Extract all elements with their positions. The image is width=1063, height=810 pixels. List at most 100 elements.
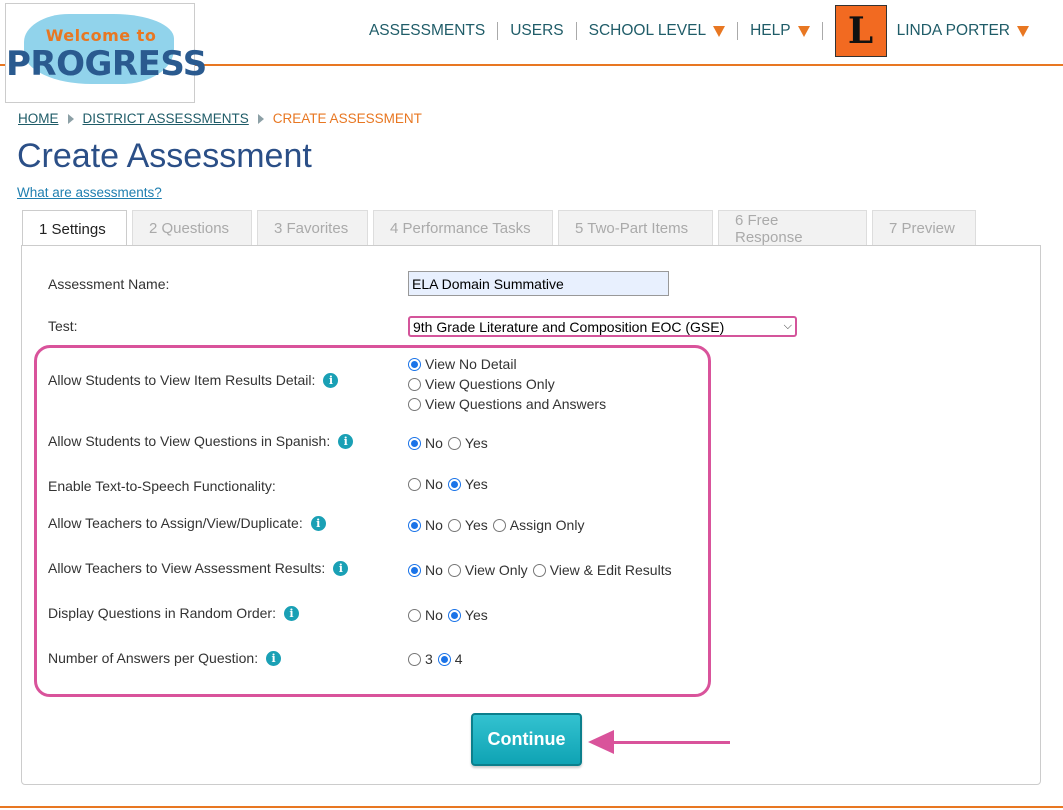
answers-3[interactable]: 3	[408, 651, 433, 667]
nav-help[interactable]: HELP	[738, 22, 823, 40]
teachers-results-view-only[interactable]: View Only	[447, 562, 528, 578]
teachers-assign-yes[interactable]: Yes	[447, 517, 488, 533]
breadcrumb-current: CREATE ASSESSMENT	[272, 111, 422, 126]
nav-school-level-label: SCHOOL LEVEL	[588, 22, 707, 39]
what-are-assessments-link[interactable]: What are assessments?	[17, 185, 162, 200]
radio[interactable]	[408, 397, 421, 411]
teachers-assign-no[interactable]: No	[408, 517, 443, 533]
breadcrumb: HOME DISTRICT ASSESSMENTS CREATE ASSESSM…	[18, 111, 422, 126]
avatar: L	[834, 5, 887, 57]
teachers-results-view-edit[interactable]: View & Edit Results	[532, 562, 672, 578]
option-label: Yes	[464, 517, 488, 533]
arrow-line	[610, 741, 730, 744]
option-label: Yes	[464, 607, 488, 623]
tab-favorites[interactable]: 3 Favorites	[257, 210, 368, 246]
tts-no[interactable]: No	[408, 476, 443, 492]
answers-4[interactable]: 4	[437, 651, 463, 667]
option-label: 3	[425, 651, 433, 667]
item-results-view-questions-only[interactable]: View Questions Only	[408, 374, 555, 394]
radio[interactable]	[447, 436, 461, 450]
radio-selected[interactable]	[408, 436, 421, 450]
teachers-assign-label-text: Allow Teachers to Assign/View/Duplicate:	[48, 515, 303, 531]
info-icon[interactable]: i	[323, 372, 339, 388]
info-icon[interactable]: i	[266, 650, 282, 666]
option-label: Yes	[464, 476, 488, 492]
radio[interactable]	[492, 518, 506, 532]
continue-button[interactable]: Continue	[471, 713, 582, 766]
info-icon[interactable]: i	[310, 515, 326, 531]
spanish-options: No Yes	[408, 435, 493, 451]
radio[interactable]	[532, 563, 546, 577]
page-title: Create Assessment	[17, 137, 312, 175]
logo[interactable]: Welcome to PROGRESS	[5, 3, 207, 103]
teachers-results-options: No View Only View & Edit Results	[408, 562, 677, 578]
random-order-options: No Yes	[408, 607, 493, 623]
tab-free-response[interactable]: 6 Free Response	[718, 210, 867, 246]
nav-help-label: HELP	[750, 22, 791, 39]
item-results-view-questions-answers[interactable]: View Questions and Answers	[408, 394, 606, 414]
radio[interactable]	[408, 477, 421, 491]
option-label: View & Edit Results	[549, 562, 672, 578]
option-label: No	[425, 607, 443, 623]
info-icon[interactable]: i	[333, 560, 349, 576]
spanish-yes[interactable]: Yes	[447, 435, 488, 451]
user-menu[interactable]: L LINDA PORTER	[823, 5, 1041, 57]
radio-selected[interactable]	[408, 518, 421, 532]
answers-per-question-label-text: Number of Answers per Question:	[48, 650, 259, 666]
option-label: View Questions Only	[425, 376, 555, 392]
item-results-view-no-detail[interactable]: View No Detail	[408, 354, 517, 374]
nav-assessments[interactable]: ASSESSMENTS	[369, 22, 499, 40]
item-results-label-text: Allow Students to View Item Results Deta…	[48, 372, 316, 388]
tts-yes[interactable]: Yes	[447, 476, 488, 492]
tab-preview[interactable]: 7 Preview	[872, 210, 976, 246]
logo-progress-text: PROGRESS	[6, 44, 207, 84]
teachers-assign-assign-only[interactable]: Assign Only	[492, 517, 585, 533]
tab-performance-tasks[interactable]: 4 Performance Tasks	[373, 210, 553, 246]
answers-per-question-options: 3 4	[408, 651, 468, 667]
tts-options: No Yes	[408, 476, 493, 492]
radio[interactable]	[408, 377, 421, 391]
caret-down-icon	[1017, 25, 1029, 37]
spanish-label: Allow Students to View Questions in Span…	[48, 433, 354, 449]
tts-label-text: Enable Text-to-Speech Functionality:	[48, 478, 276, 494]
breadcrumb-district-assessments[interactable]: DISTRICT ASSESSMENTS	[83, 111, 249, 126]
random-order-label: Display Questions in Random Order: i	[48, 605, 299, 621]
radio-selected[interactable]	[437, 652, 451, 666]
radio[interactable]	[408, 608, 421, 622]
radio-selected[interactable]	[447, 608, 461, 622]
radio-selected[interactable]	[408, 563, 421, 577]
teachers-results-no[interactable]: No	[408, 562, 443, 578]
radio[interactable]	[408, 652, 421, 666]
info-icon[interactable]: i	[284, 605, 299, 621]
tab-questions[interactable]: 2 Questions	[132, 210, 252, 246]
random-order-yes[interactable]: Yes	[447, 607, 488, 623]
nav-school-level[interactable]: SCHOOL LEVEL	[577, 22, 739, 40]
test-select[interactable]: 9th Grade Literature and Composition EOC…	[408, 316, 797, 337]
random-order-label-text: Display Questions in Random Order:	[48, 605, 276, 621]
caret-down-icon	[713, 25, 726, 37]
nav-users[interactable]: USERS	[498, 22, 577, 40]
radio[interactable]	[447, 563, 461, 577]
info-icon[interactable]: i	[338, 433, 354, 449]
spanish-label-text: Allow Students to View Questions in Span…	[48, 433, 331, 449]
assessment-name-label: Assessment Name:	[48, 276, 169, 292]
assessment-name-input[interactable]	[408, 271, 669, 296]
option-label: View No Detail	[425, 356, 517, 372]
main-nav: ASSESSMENTS USERS SCHOOL LEVEL HELP L LI…	[369, 5, 1041, 57]
tab-settings[interactable]: 1 Settings	[22, 210, 127, 247]
radio-selected[interactable]	[447, 477, 461, 491]
assessment-name-label-text: Assessment Name:	[48, 276, 170, 292]
caret-down-icon	[797, 25, 810, 37]
radio-selected[interactable]	[408, 357, 421, 371]
option-label: 4	[454, 651, 463, 667]
item-results-label: Allow Students to View Item Results Deta…	[48, 372, 339, 388]
spanish-no[interactable]: No	[408, 435, 443, 451]
option-label: No	[425, 562, 443, 578]
radio[interactable]	[447, 518, 461, 532]
random-order-no[interactable]: No	[408, 607, 443, 623]
answers-per-question-label: Number of Answers per Question: i	[48, 650, 282, 666]
tab-two-part-items[interactable]: 5 Two-Part Items	[558, 210, 713, 246]
option-label: Assign Only	[509, 517, 585, 533]
breadcrumb-home[interactable]: HOME	[18, 111, 59, 126]
option-label: Yes	[464, 435, 488, 451]
